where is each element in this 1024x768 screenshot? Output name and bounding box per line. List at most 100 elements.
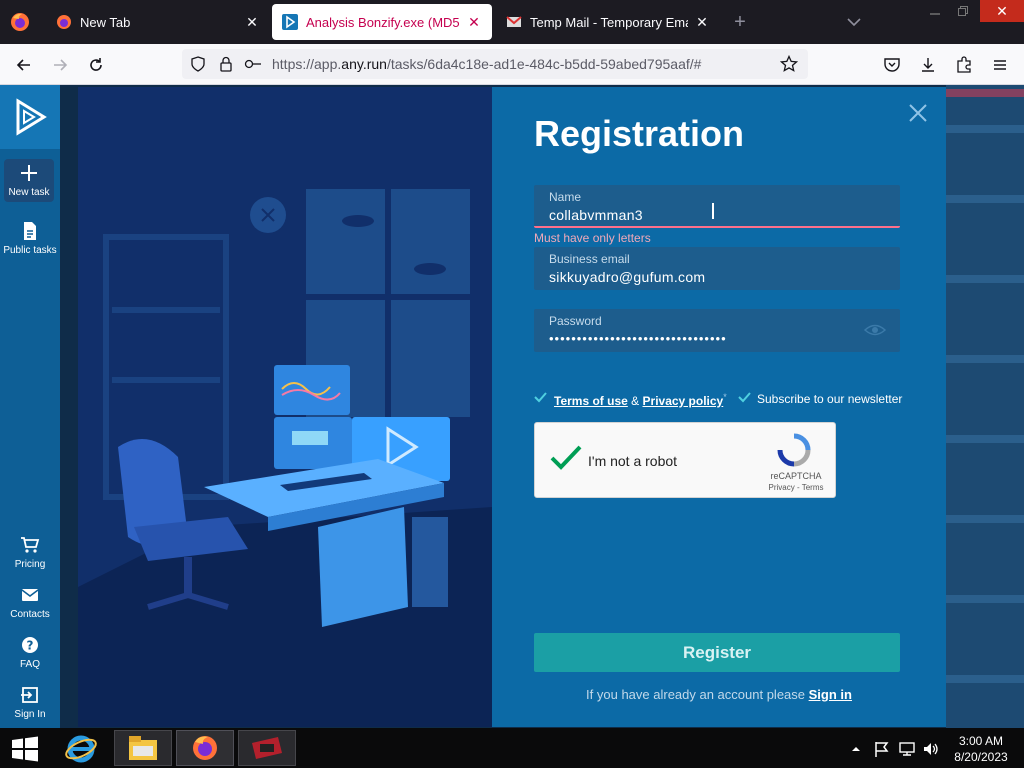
permissions-key-icon[interactable] — [244, 56, 262, 72]
email-field[interactable]: Business email sikkuyadro@gufum.com — [534, 247, 900, 290]
mail-icon — [21, 589, 39, 601]
terms-of-use-link[interactable]: Terms of use — [554, 394, 628, 408]
internet-explorer-icon[interactable] — [52, 730, 110, 766]
name-field-label: Name — [549, 190, 582, 204]
downloads-icon[interactable] — [916, 53, 940, 77]
app-taskbar-icon[interactable] — [238, 730, 296, 766]
signin-prompt: If you have already an account please Si… — [492, 687, 946, 702]
plus-icon — [21, 165, 37, 181]
firefox-taskbar-icon[interactable] — [176, 730, 234, 766]
sidebar-item-pricing[interactable]: Pricing — [0, 535, 60, 570]
firefox-menu-icon[interactable] — [8, 10, 32, 34]
tab-title: Analysis Bonzify.exe (MD5: CAF — [306, 14, 460, 30]
window-close-icon[interactable]: ✕ — [980, 0, 1024, 22]
sidebar-item-new-task[interactable]: New task — [4, 159, 54, 202]
sidebar-item-contacts[interactable]: Contacts — [0, 585, 60, 620]
tab-temp-mail[interactable]: Temp Mail - Temporary Email ✕ — [496, 4, 720, 40]
newsletter-label: Subscribe to our newsletter — [757, 392, 903, 406]
sidebar-item-sign-in[interactable]: Sign In — [0, 685, 60, 720]
tab-close-icon[interactable]: ✕ — [244, 14, 260, 31]
reload-icon[interactable] — [84, 53, 108, 77]
sidebar-item-label: Sign In — [14, 709, 46, 720]
cart-icon — [21, 537, 40, 553]
taskbar: 3:00 AM 8/20/2023 — [0, 728, 1024, 768]
minimize-icon[interactable] — [920, 0, 950, 22]
sign-in-icon — [21, 687, 38, 703]
terms-checkbox[interactable] — [534, 391, 547, 404]
restore-icon[interactable] — [948, 0, 978, 22]
lock-icon[interactable] — [218, 56, 234, 72]
bookmark-star-icon[interactable] — [780, 55, 798, 73]
mail-favicon-icon — [506, 16, 522, 27]
flag-icon[interactable] — [874, 740, 890, 758]
url-host: any.run — [341, 56, 387, 72]
svg-text:?: ? — [27, 639, 34, 653]
tab-title: New Tab — [80, 14, 131, 30]
tab-close-icon[interactable]: ✕ — [466, 14, 482, 31]
list-all-tabs-chevron-icon[interactable] — [844, 12, 864, 32]
document-icon — [24, 222, 36, 240]
extensions-puzzle-icon[interactable] — [952, 53, 976, 77]
sidebar-item-public-tasks[interactable]: Public tasks — [0, 221, 60, 256]
checkmark-icon[interactable] — [549, 443, 583, 473]
url-path: /tasks/6da4c18e-ad1e-484c-b5dd-59abed795… — [386, 56, 702, 72]
tab-title: Temp Mail - Temporary Email — [530, 14, 688, 30]
volume-icon[interactable] — [922, 740, 940, 758]
tab-close-icon[interactable]: ✕ — [694, 14, 710, 31]
clock-date: 8/20/2023 — [954, 750, 1008, 764]
sidebar-item-label: New task — [8, 187, 50, 198]
name-error-message: Must have only letters — [534, 231, 651, 245]
system-clock[interactable]: 3:00 AM 8/20/2023 — [948, 733, 1014, 765]
required-asterisk: * — [723, 392, 727, 402]
url-prefix: https://app. — [272, 56, 342, 72]
sidebar-item-label: Pricing — [14, 559, 46, 570]
url-text[interactable]: https://app.any.run/tasks/6da4c18e-ad1e-… — [272, 56, 701, 72]
tracking-shield-icon[interactable] — [190, 56, 206, 72]
sidebar-item-label: Public tasks — [3, 245, 57, 256]
email-field-value[interactable]: sikkuyadro@gufum.com — [549, 269, 705, 285]
hamburger-menu-icon[interactable] — [988, 53, 1012, 77]
new-tab-plus-icon[interactable]: + — [728, 10, 752, 34]
password-field-label: Password — [549, 314, 602, 328]
page-content: New task Public tasks Pricing Contacts ?… — [0, 85, 1024, 728]
tab-new-tab[interactable]: New Tab ✕ — [46, 4, 270, 40]
background-dashboard — [946, 85, 1024, 728]
windows-start-icon[interactable] — [10, 736, 40, 762]
text-cursor — [712, 203, 714, 219]
sign-in-link[interactable]: Sign in — [809, 687, 852, 702]
anyrun-icon — [282, 14, 298, 30]
forward-arrow-icon[interactable] — [48, 53, 72, 77]
pocket-icon[interactable] — [880, 53, 904, 77]
signin-prefix-text: If you have already an account please — [586, 687, 809, 702]
name-field-value[interactable]: collabvmman3 — [549, 207, 643, 223]
sidebar-item-label: Contacts — [10, 609, 50, 620]
registration-illustration — [78, 87, 492, 727]
recaptcha-terms[interactable]: Privacy - Terms — [765, 483, 827, 492]
show-hidden-icons-chevron-icon[interactable] — [850, 740, 862, 758]
sidebar-item-faq[interactable]: ? FAQ — [0, 635, 60, 670]
network-icon[interactable] — [898, 740, 916, 758]
help-icon: ? — [22, 637, 38, 653]
file-explorer-icon[interactable] — [114, 730, 172, 766]
registration-form: Registration Name collabvmman3 Must have… — [492, 87, 946, 727]
tab-analysis[interactable]: Analysis Bonzify.exe (MD5: CAF ✕ — [272, 4, 492, 40]
email-field-label: Business email — [549, 252, 630, 266]
eye-icon[interactable] — [864, 321, 886, 339]
register-button[interactable]: Register — [534, 633, 900, 672]
recaptcha-widget[interactable]: I'm not a robot reCAPTCHA Privacy - Term… — [534, 422, 836, 498]
navigation-toolbar: https://app.any.run/tasks/6da4c18e-ad1e-… — [0, 44, 1024, 85]
recaptcha-brand: reCAPTCHA — [770, 471, 822, 481]
clock-time: 3:00 AM — [958, 734, 1004, 748]
password-field-value[interactable]: •••••••••••••••••••••••••••••••• — [549, 331, 727, 346]
newsletter-checkbox[interactable] — [738, 391, 751, 404]
ampersand-text: & — [631, 394, 640, 408]
page-title: Registration — [534, 113, 745, 154]
anyrun-logo[interactable] — [0, 85, 60, 149]
privacy-policy-link[interactable]: Privacy policy — [643, 394, 724, 408]
name-field[interactable]: Name collabvmman3 — [534, 185, 900, 228]
close-icon[interactable] — [906, 101, 930, 125]
sidebar-item-label: FAQ — [19, 659, 40, 670]
back-arrow-icon[interactable] — [12, 53, 36, 77]
password-field[interactable]: Password •••••••••••••••••••••••••••••••… — [534, 309, 900, 352]
url-bar[interactable]: https://app.any.run/tasks/6da4c18e-ad1e-… — [182, 49, 808, 79]
